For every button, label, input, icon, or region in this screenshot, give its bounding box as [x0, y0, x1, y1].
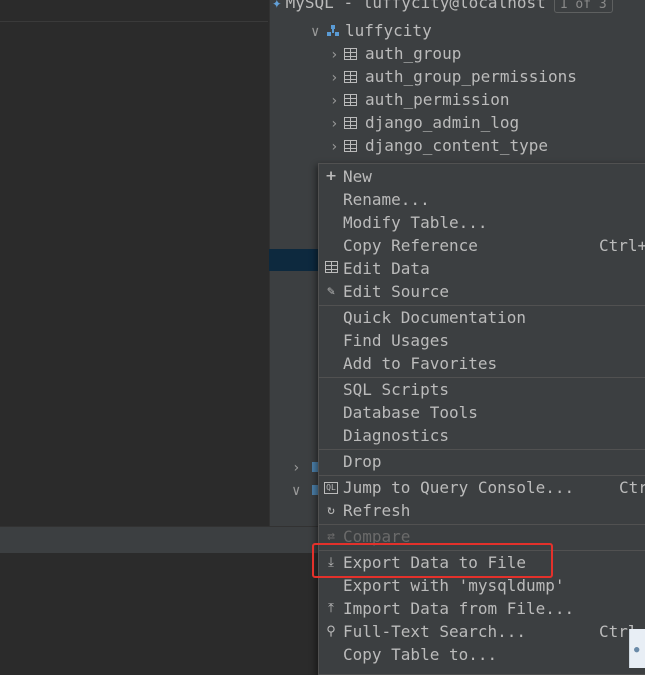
- table-label: auth_permission: [365, 90, 510, 109]
- tree-node-table[interactable]: › django_content_type: [330, 134, 548, 157]
- table-grid-icon: [323, 257, 339, 280]
- tree-node-table[interactable]: › auth_group: [330, 42, 461, 65]
- refresh-icon: ↻: [327, 503, 335, 518]
- tree-node-expanded[interactable]: ∨: [292, 478, 306, 501]
- thumbnail-marker-icon: ●: [634, 645, 640, 655]
- table-label: auth_group: [365, 44, 462, 63]
- chevron-right-icon[interactable]: ›: [330, 136, 344, 159]
- menu-item-new[interactable]: ➕︎ New: [319, 165, 645, 188]
- datasource-icon: ✦: [272, 0, 282, 12]
- menu-item-edit-source[interactable]: ✎ Edit Source: [319, 280, 645, 303]
- menu-item-quick-documentation[interactable]: Quick Documentation: [319, 306, 645, 329]
- menu-item-diagnostics[interactable]: Diagnostics: [319, 424, 645, 447]
- shortcut-label: Ctrl+: [599, 236, 645, 255]
- table-label: django_admin_log: [365, 113, 520, 132]
- menu-item-drop[interactable]: Drop: [319, 450, 645, 473]
- chevron-right-icon[interactable]: ›: [330, 90, 344, 113]
- chevron-right-icon[interactable]: ›: [330, 67, 344, 90]
- selected-tree-row[interactable]: [269, 249, 319, 271]
- menu-item-find-usages[interactable]: Find Usages: [319, 329, 645, 352]
- menu-item-add-to-favorites[interactable]: Add to Favorites: [319, 352, 645, 375]
- connection-label: MySQL - luffycity@localhost: [285, 0, 546, 12]
- table-icon: [344, 117, 357, 129]
- menu-item-rename[interactable]: Rename...: [319, 188, 645, 211]
- screenshot-thumbnail: ●: [629, 629, 645, 668]
- menu-item-copy-reference[interactable]: Copy Reference Ctrl+: [319, 234, 645, 257]
- table-icon: [344, 48, 357, 60]
- database-panel-header: ✦ MySQL - luffycity@localhost 1 of 3: [272, 0, 613, 13]
- context-menu: ➕︎ New Rename... Modify Table... Copy Re…: [318, 163, 645, 675]
- tree-node-table[interactable]: › auth_permission: [330, 88, 510, 111]
- menu-item-refresh[interactable]: ↻ Refresh: [319, 499, 645, 522]
- menu-item-import-data-from-file[interactable]: ⤒ Import Data from File...: [319, 597, 645, 620]
- editor-divider: [0, 21, 268, 22]
- tree-node-table[interactable]: › auth_group_permissions: [330, 65, 577, 88]
- menu-item-copy-table-to[interactable]: Copy Table to...: [319, 643, 645, 666]
- menu-item-database-tools[interactable]: Database Tools: [319, 401, 645, 424]
- table-icon: [344, 94, 357, 106]
- chevron-right-icon[interactable]: ›: [330, 113, 344, 136]
- tree-node-collapsed[interactable]: ›: [292, 455, 306, 478]
- chevron-down-icon[interactable]: ∨: [311, 21, 325, 44]
- chevron-right-icon[interactable]: ›: [292, 457, 306, 480]
- menu-item-jump-to-query-console[interactable]: QL Jump to Query Console... Ctr: [319, 476, 645, 499]
- shortcut-label: Ctr: [619, 478, 645, 497]
- menu-item-modify-table[interactable]: Modify Table...: [319, 211, 645, 234]
- table-label: auth_group_permissions: [365, 67, 577, 86]
- editor-area: [0, 0, 268, 526]
- menu-item-sql-scripts[interactable]: SQL Scripts: [319, 378, 645, 401]
- table-icon: [344, 140, 357, 152]
- match-counter: 1 of 3: [553, 0, 613, 13]
- tree-node-table[interactable]: › django_admin_log: [330, 111, 519, 134]
- chevron-down-icon[interactable]: ∨: [292, 480, 306, 503]
- pencil-icon: ✎: [327, 284, 335, 299]
- schema-icon: [327, 25, 339, 37]
- table-label: django_content_type: [365, 136, 549, 155]
- import-icon: ⤒: [328, 601, 334, 616]
- table-icon: [344, 71, 357, 83]
- chevron-right-icon[interactable]: ›: [330, 44, 344, 67]
- menu-item-full-text-search[interactable]: ⚲ Full-Text Search... Ctrl: [319, 620, 645, 643]
- menu-item-edit-data[interactable]: Edit Data: [319, 257, 645, 280]
- search-icon: ⚲: [326, 624, 336, 639]
- annotation-highlight-box: [312, 543, 553, 578]
- schema-label: luffycity: [345, 21, 432, 40]
- tree-node-schema[interactable]: ∨ luffycity: [311, 19, 432, 42]
- query-console-icon: QL: [324, 482, 338, 494]
- plus-icon: ➕︎: [326, 169, 336, 184]
